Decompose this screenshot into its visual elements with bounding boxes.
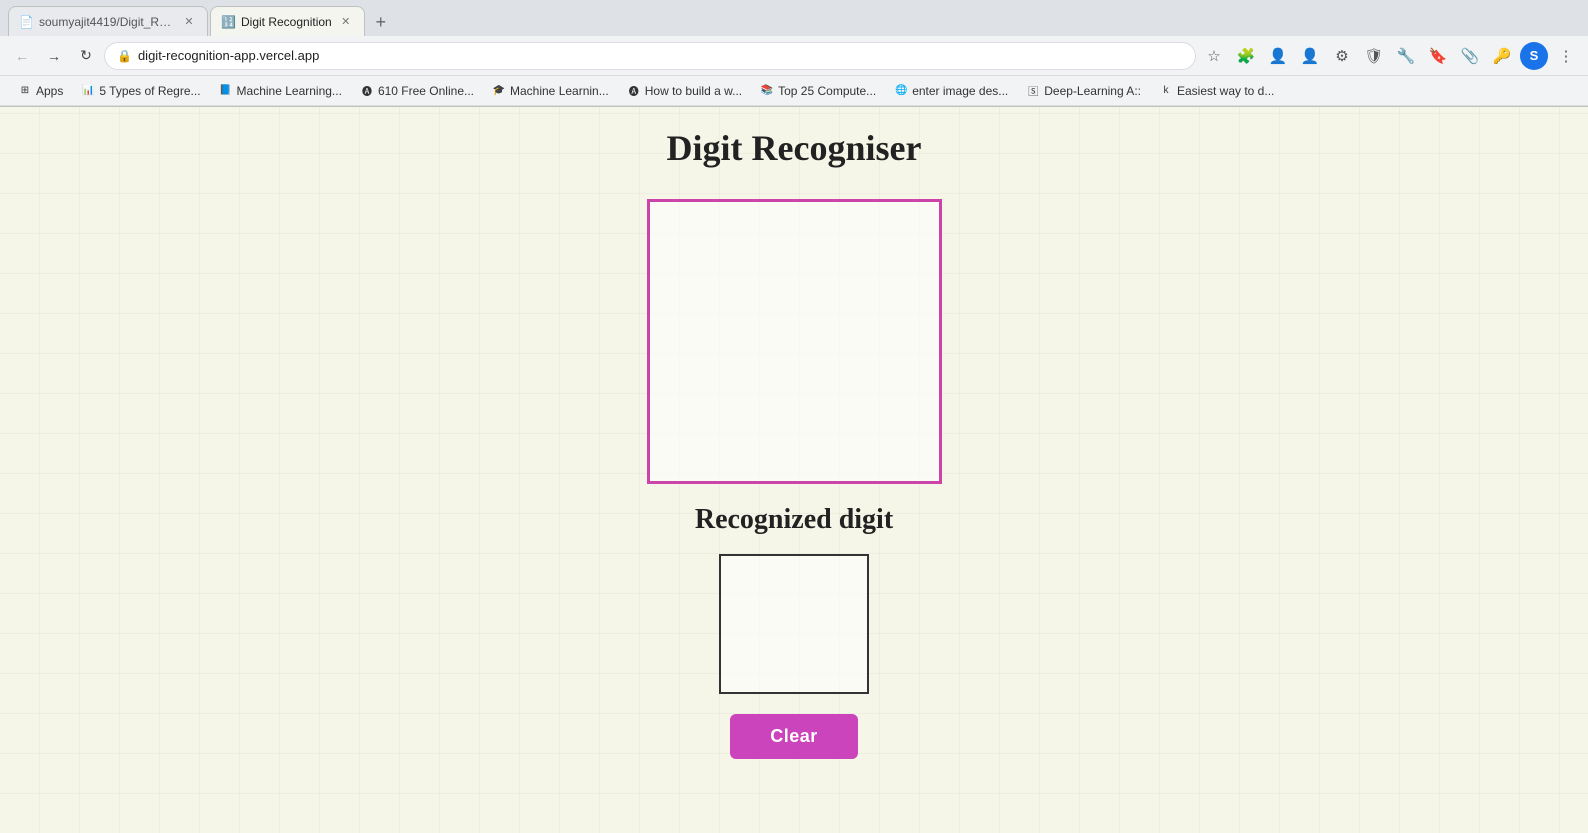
bookmark-label-7: Top 25 Compute... bbox=[778, 84, 876, 98]
browser-chrome: 📄 soumyajit4419/Digit_Recog ✕ 🔢 Digit Re… bbox=[0, 0, 1588, 107]
bookmark-4[interactable]: 🅐 610 Free Online... bbox=[352, 79, 482, 103]
page-content: Digit Recogniser Recognized digit Clear bbox=[0, 107, 1588, 833]
bookmark-favicon-3: 📘 bbox=[219, 84, 233, 98]
bookmark-label-5: Machine Learnin... bbox=[510, 84, 609, 98]
tab-favicon-1: 📄 bbox=[19, 15, 33, 29]
bookmark-how-to-build[interactable]: 🅐 How to build a w... bbox=[619, 79, 750, 103]
bookmark-label-10: Easiest way to d... bbox=[1177, 84, 1274, 98]
back-button[interactable]: ← bbox=[8, 42, 36, 70]
bookmark-label-4: 610 Free Online... bbox=[378, 84, 474, 98]
bookmark-favicon-4: 🅐 bbox=[360, 84, 374, 98]
reload-button[interactable]: ↻ bbox=[72, 42, 100, 70]
bookmark-9[interactable]: 🅂 Deep-Learning A:: bbox=[1018, 79, 1149, 103]
address-bar[interactable]: 🔒 digit-recognition-app.vercel.app bbox=[104, 42, 1196, 70]
bookmarks-bar: ⊞ Apps 📊 5 Types of Regre... 📘 Machine L… bbox=[0, 76, 1588, 106]
bookmark-favicon-5: 🎓 bbox=[492, 84, 506, 98]
extension-icon-5[interactable]: 📎 bbox=[1456, 42, 1484, 70]
user-avatar-1[interactable]: 👤 bbox=[1264, 42, 1292, 70]
extension-icon-4[interactable]: 🔖 bbox=[1424, 42, 1452, 70]
address-text: digit-recognition-app.vercel.app bbox=[138, 48, 1183, 63]
extension-icon-3[interactable]: 🔧 bbox=[1392, 42, 1420, 70]
digit-display bbox=[719, 554, 869, 694]
tab-bar: 📄 soumyajit4419/Digit_Recog ✕ 🔢 Digit Re… bbox=[0, 0, 1588, 36]
tab-active[interactable]: 🔢 Digit Recognition ✕ bbox=[210, 6, 365, 36]
bookmark-star-button[interactable]: ☆ bbox=[1200, 42, 1228, 70]
bookmark-5[interactable]: 🎓 Machine Learnin... bbox=[484, 79, 617, 103]
bookmark-label-8: enter image des... bbox=[912, 84, 1008, 98]
bookmark-2[interactable]: 📊 5 Types of Regre... bbox=[73, 79, 208, 103]
bookmark-8[interactable]: 🌐 enter image des... bbox=[886, 79, 1016, 103]
toolbar-icons: ☆ 🧩 👤 👤 ⚙ 🛡 🔧 🔖 📎 🔑 S ⋮ bbox=[1200, 42, 1580, 70]
tab-close-2[interactable]: ✕ bbox=[338, 14, 354, 30]
bookmark-favicon-8: 🌐 bbox=[894, 84, 908, 98]
page-title: Digit Recogniser bbox=[667, 127, 922, 169]
lock-icon: 🔒 bbox=[117, 49, 132, 63]
bookmark-apps-label: Apps bbox=[36, 84, 63, 98]
tab-close-1[interactable]: ✕ bbox=[181, 14, 197, 30]
bookmark-label-3: Machine Learning... bbox=[237, 84, 342, 98]
forward-button[interactable]: → bbox=[40, 42, 68, 70]
bookmark-label-2: 5 Types of Regre... bbox=[99, 84, 200, 98]
bookmark-favicon-10: k bbox=[1159, 84, 1173, 98]
recognized-digit-label: Recognized digit bbox=[695, 504, 893, 536]
toolbar: ← → ↻ 🔒 digit-recognition-app.vercel.app… bbox=[0, 36, 1588, 76]
bookmark-favicon-6: 🅐 bbox=[627, 84, 641, 98]
bookmark-favicon-9: 🅂 bbox=[1026, 84, 1040, 98]
bookmark-7[interactable]: 📚 Top 25 Compute... bbox=[752, 79, 884, 103]
apps-favicon: ⊞ bbox=[18, 84, 32, 98]
settings-gear-icon[interactable]: ⚙ bbox=[1328, 42, 1356, 70]
shield-icon[interactable]: 🛡 bbox=[1360, 42, 1388, 70]
tab-title-2: Digit Recognition bbox=[241, 15, 332, 29]
extension-icon-6[interactable]: 🔑 bbox=[1488, 42, 1516, 70]
tab-inactive[interactable]: 📄 soumyajit4419/Digit_Recog ✕ bbox=[8, 6, 208, 36]
menu-dots-button[interactable]: ⋮ bbox=[1552, 42, 1580, 70]
profile-avatar[interactable]: S bbox=[1520, 42, 1548, 70]
bookmark-label-9: Deep-Learning A:: bbox=[1044, 84, 1141, 98]
tab-title-1: soumyajit4419/Digit_Recog bbox=[39, 15, 175, 29]
bookmark-apps[interactable]: ⊞ Apps bbox=[10, 79, 71, 103]
tab-favicon-2: 🔢 bbox=[221, 15, 235, 29]
bookmark-label-6: How to build a w... bbox=[645, 84, 742, 98]
user-avatar-2[interactable]: 👤 bbox=[1296, 42, 1324, 70]
clear-button[interactable]: Clear bbox=[730, 714, 858, 759]
bookmark-favicon-2: 📊 bbox=[81, 84, 95, 98]
new-tab-button[interactable]: + bbox=[367, 8, 395, 36]
drawing-canvas[interactable] bbox=[647, 199, 942, 484]
bookmark-3[interactable]: 📘 Machine Learning... bbox=[211, 79, 350, 103]
bookmark-favicon-7: 📚 bbox=[760, 84, 774, 98]
extension-puzzle-icon[interactable]: 🧩 bbox=[1232, 42, 1260, 70]
bookmark-10[interactable]: k Easiest way to d... bbox=[1151, 79, 1282, 103]
